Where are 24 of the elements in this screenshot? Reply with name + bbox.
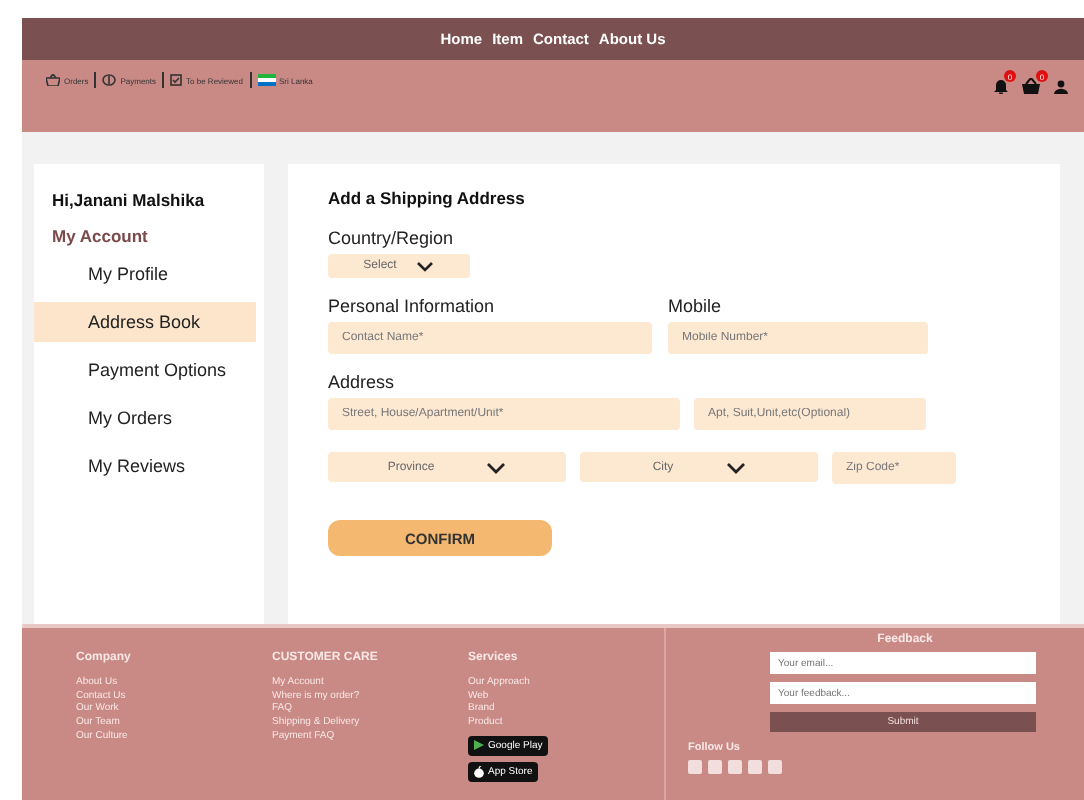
apple-icon [474,765,484,778]
play-icon [474,740,484,751]
checkbox-icon [170,74,183,86]
field-label: Personal Information [328,296,497,316]
field-label: Address [328,372,395,392]
account-heading: My Account [50,224,150,246]
coin-icon [102,74,117,86]
chevron-icon [725,461,746,473]
basket-icon[interactable] [1022,78,1040,94]
basket-icon [46,74,60,86]
greeting-text: Hi,Janani Malshika [50,190,207,210]
field-label: Mobile [668,296,724,316]
sidebar-item[interactable]: Address Book [34,302,256,342]
sidebar-item[interactable]: My Reviews [34,446,256,486]
flag-icon [257,74,275,86]
field-label: Country/Region [328,228,454,248]
form-title: Add a Shipping Address [328,188,525,208]
sidebar-item[interactable]: My Profile [34,254,256,294]
sidebar-item[interactable]: My Orders [34,398,256,438]
user-icon[interactable] [1054,79,1068,93]
bell-icon[interactable] [994,78,1008,94]
chevron-icon [416,261,435,271]
chevron-icon [486,461,507,473]
sidebar-item[interactable]: Payment Options [34,350,256,390]
